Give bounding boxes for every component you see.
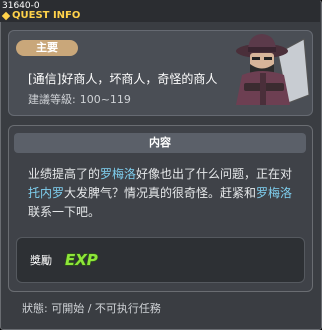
recommended-level: 建議等級: 100~119 [28, 91, 131, 107]
quest-type-badge: 主要 [16, 40, 78, 56]
desc-segment: 好像也出了什么问题，正在对 [136, 167, 293, 181]
quest-status: 狀態: 可開始 / 不可执行任務 [22, 302, 161, 315]
quest-name: [通信]好商人，坏商人，奇怪的商人 [28, 72, 218, 86]
desc-segment: 联系一下吧。 [28, 205, 101, 219]
npc-name-link: 罗梅洛 [100, 167, 137, 181]
merchant-npc-portrait-icon [236, 34, 310, 105]
exp-text: EXP [65, 251, 98, 268]
level-label: 建議等級: [28, 93, 76, 106]
npc-name-link: 罗梅洛 [256, 186, 293, 200]
level-range: 100~119 [79, 93, 131, 106]
reward-label: 獎勵 [30, 254, 52, 267]
content-header: 内容 [14, 133, 306, 153]
desc-segment: 业绩提高了的 [28, 167, 101, 181]
quest-description: 业绩提高了的罗梅洛好像也出了什么问题，正在对托内罗大发脾气？情况真的很奇怪。赶紧… [28, 165, 300, 222]
window-title: QUEST INFO [12, 10, 81, 21]
desc-segment: 大发脾气？情况真的很奇怪。赶紧和 [64, 186, 257, 200]
exp-icon: EXP [64, 250, 98, 268]
npc-name-link: 托内罗 [28, 186, 65, 200]
reward-box [16, 237, 305, 283]
